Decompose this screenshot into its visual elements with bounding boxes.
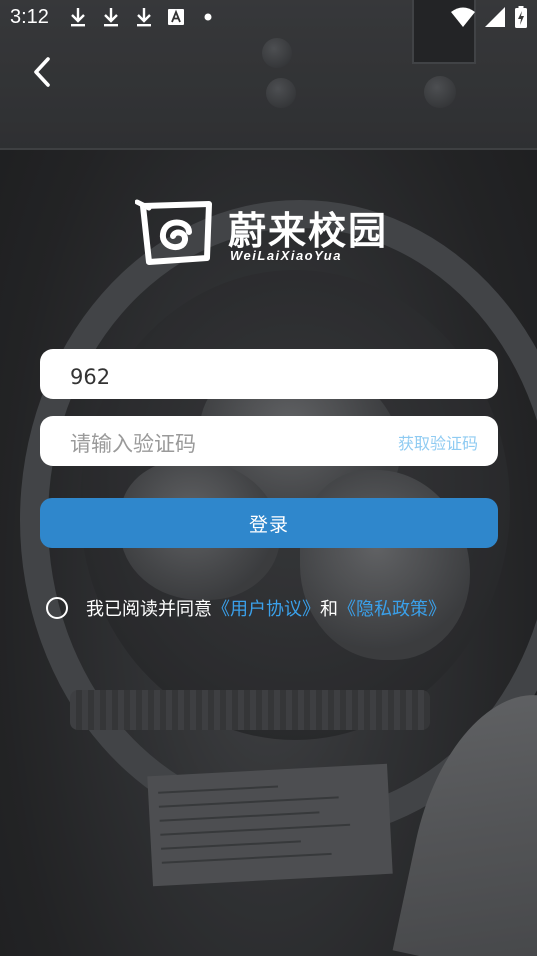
verification-code-input[interactable] [70,426,370,462]
chevron-left-icon [34,57,50,87]
logo-subtitle: WeiLaiXiaoYua [230,248,342,263]
verification-code-field[interactable]: 获取验证码 [40,416,498,466]
phone-field[interactable] [40,349,498,399]
agree-checkbox[interactable] [46,597,68,619]
download-icon [137,8,151,27]
signal-icon [485,7,505,27]
status-bar: 3:12 [0,0,537,36]
text-notification-icon [168,9,184,25]
get-code-button[interactable]: 获取验证码 [398,430,478,454]
login-button[interactable]: 登录 [40,498,498,548]
wifi-icon [451,7,475,27]
agreement-conjunction: 和 [320,599,338,620]
download-icon [71,8,85,27]
user-agreement-link[interactable]: 《用户协议》 [212,595,320,621]
dot-icon [204,13,212,21]
status-time: 3:12 [10,6,49,28]
back-button[interactable] [26,54,60,90]
logo-mark-icon [135,199,212,265]
logo-title: 蔚来校园 [228,209,389,253]
phone-input[interactable] [70,359,370,395]
agreement-prefix: 我已阅读并同意 [86,599,212,620]
battery-charging-icon [515,6,527,28]
app-logo: 蔚来校园 WeiLaiXiaoYua [135,198,405,270]
privacy-policy-link[interactable]: 《隐私政策》 [338,595,446,621]
download-icon [104,8,118,27]
agreement-row: 我已阅读并同意 《用户协议》 和 《隐私政策》 [46,594,446,622]
